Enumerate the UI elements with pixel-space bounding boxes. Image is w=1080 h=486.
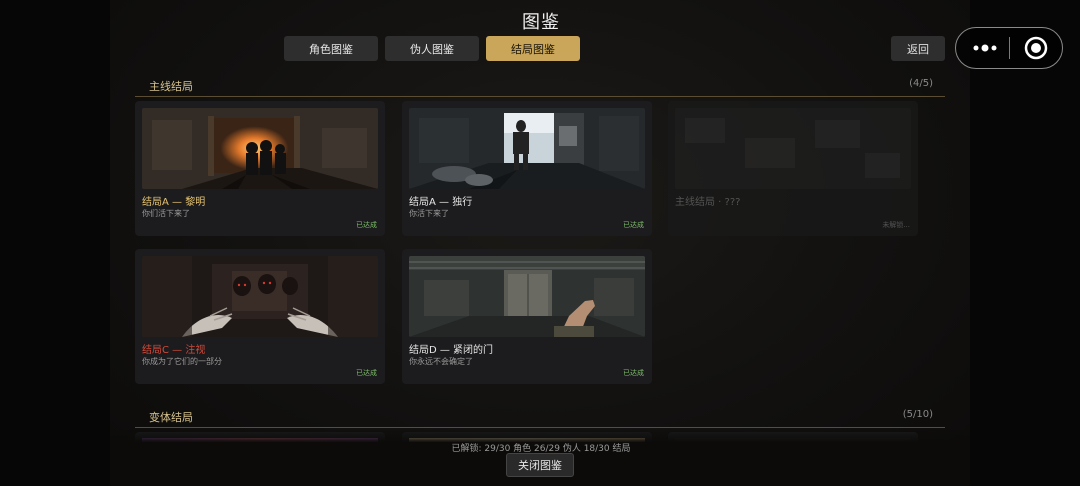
section-header-main-endings: 主线结局 (4/5): [135, 78, 945, 97]
section-count: (5/10): [902, 409, 933, 420]
achieved-badge: 已达成: [356, 221, 377, 229]
achieved-badge: 已达成: [623, 369, 644, 377]
ending-card-a-alone[interactable]: 结局A — 独行 你活下来了 已达成: [402, 101, 652, 236]
right-letterbox: [970, 0, 1080, 486]
more-dots-icon[interactable]: [970, 38, 1002, 58]
ending-art-dawn: [142, 108, 378, 189]
ending-subtitle: 你们活下来了: [142, 209, 190, 218]
codex-screen: 图鉴 角色图鉴 伪人图鉴 结局图鉴 返回 主线结局 (4/5) 结局A — 黎明…: [110, 0, 972, 486]
ending-art-alone: [409, 108, 645, 189]
locked-badge: 未解锁...: [882, 221, 910, 229]
ending-card-c-gaze[interactable]: 结局C — 注视 你成为了它们的一部分 已达成: [135, 249, 385, 384]
left-letterbox: [0, 0, 110, 486]
ending-card-a-dawn[interactable]: 结局A — 黎明 你们活下来了 已达成: [135, 101, 385, 236]
capsule-divider: [1009, 37, 1010, 59]
page-title: 图鉴: [522, 12, 560, 33]
section-title: 主线结局: [149, 80, 193, 93]
ending-card-d-closed-door[interactable]: 结局D — 紧闭的门 你永远不会确定了 已达成: [402, 249, 652, 384]
close-codex-button[interactable]: 关闭图鉴: [506, 453, 574, 477]
miniprogram-capsule: [955, 27, 1063, 69]
achieved-badge: 已达成: [623, 221, 644, 229]
ending-title: 主线结局 · ???: [675, 197, 741, 208]
ending-art-closed-door: [409, 256, 645, 337]
ending-subtitle: 你成为了它们的一部分: [142, 357, 222, 366]
ending-subtitle: 你活下来了: [409, 209, 449, 218]
ending-art-gaze: [142, 256, 378, 337]
achieved-badge: 已达成: [356, 369, 377, 377]
tab-impostors[interactable]: 伪人图鉴: [385, 36, 479, 61]
ending-title: 结局A — 黎明: [142, 197, 206, 208]
section-header-variant-endings: 变体结局 (5/10): [135, 409, 945, 428]
tab-characters[interactable]: 角色图鉴: [284, 36, 378, 61]
section-title: 变体结局: [149, 411, 193, 424]
ending-card-locked[interactable]: 主线结局 · ??? 未解锁...: [668, 101, 918, 236]
ending-subtitle: 你永远不会确定了: [409, 357, 473, 366]
locked-art-placeholder: [675, 108, 911, 189]
section-count: (4/5): [909, 78, 933, 89]
back-button[interactable]: 返回: [891, 36, 945, 61]
tab-bar: 角色图鉴 伪人图鉴 结局图鉴: [284, 36, 580, 61]
tab-endings[interactable]: 结局图鉴: [486, 36, 580, 61]
ending-title: 结局D — 紧闭的门: [409, 345, 494, 356]
target-close-icon[interactable]: [1024, 36, 1048, 60]
ending-title: 结局A — 独行: [409, 197, 473, 208]
ending-title: 结局C — 注视: [142, 345, 206, 356]
